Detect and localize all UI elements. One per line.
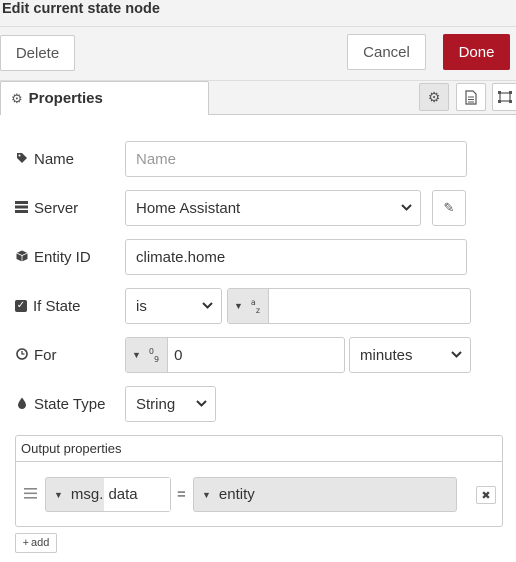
state-type-select[interactable]: String: [125, 386, 216, 422]
caret-down-icon: ▼: [132, 350, 141, 360]
entity-id-input[interactable]: climate.home: [125, 239, 467, 275]
output-properties-box: Output properties ▼ msg. data = ▼ entity…: [15, 435, 503, 527]
dialog-title-bar: Edit current state node: [0, 0, 516, 27]
for-type-select[interactable]: ▼ 09: [126, 338, 169, 372]
clock-icon: [15, 347, 28, 363]
settings-tab-icon[interactable]: ⚙: [419, 83, 449, 111]
chevron-down-icon: [196, 398, 207, 410]
output-properties-header: Output properties: [16, 436, 502, 462]
for-label: For: [15, 337, 57, 373]
for-label-text: For: [34, 346, 57, 364]
if-state-operator-select[interactable]: is: [125, 288, 222, 324]
output-value-select[interactable]: ▼ entity: [193, 477, 457, 512]
state-type-value: String: [136, 395, 176, 413]
appearance-tab-icon[interactable]: [492, 83, 516, 111]
close-icon: ✖: [481, 489, 491, 502]
tab-bar: ⚙ Properties ⚙: [0, 81, 516, 115]
entity-id-label: Entity ID: [15, 239, 91, 275]
output-value: entity: [218, 486, 255, 503]
output-property-name: data: [103, 478, 170, 511]
chevron-down-icon: [401, 202, 412, 214]
string-type-icon: az: [250, 297, 261, 315]
for-value-input[interactable]: ▼ 09 0: [125, 337, 345, 373]
add-output-button[interactable]: + add: [15, 533, 57, 553]
dialog-title: Edit current state node: [2, 1, 160, 17]
document-icon: [465, 89, 477, 105]
gear-icon: ⚙: [11, 90, 23, 106]
tab-properties-label: Properties: [28, 90, 103, 107]
drag-handle-icon[interactable]: [24, 486, 37, 504]
add-button-label: add: [31, 537, 50, 549]
done-button[interactable]: Done: [443, 34, 510, 70]
description-tab-icon[interactable]: [456, 83, 486, 111]
drop-icon: [15, 397, 28, 412]
tab-properties[interactable]: ⚙ Properties: [0, 81, 209, 115]
if-state-label-text: If State: [33, 297, 81, 315]
edit-server-button[interactable]: ✎: [432, 190, 466, 226]
name-label: Name: [15, 141, 74, 177]
state-type-label: State Type: [15, 386, 105, 422]
entity-id-label-text: Entity ID: [34, 248, 91, 266]
number-type-icon: 09: [148, 346, 160, 364]
if-state-value-input[interactable]: ▼ az: [227, 288, 471, 324]
name-input[interactable]: Name: [125, 141, 467, 177]
pencil-icon: ✎: [443, 200, 455, 215]
plus-icon: +: [22, 537, 30, 549]
if-state-operator-value: is: [136, 297, 147, 315]
name-label-text: Name: [34, 150, 75, 168]
gear-icon: ⚙: [427, 88, 441, 105]
if-state-label: ✓ If State: [15, 288, 81, 324]
server-label: Server: [15, 190, 78, 226]
server-select[interactable]: Home Assistant: [125, 190, 421, 226]
output-property-input[interactable]: ▼ msg. data: [45, 477, 171, 512]
for-unit-select[interactable]: minutes: [349, 337, 471, 373]
delete-button[interactable]: Delete: [0, 35, 75, 71]
for-value: 0: [174, 346, 183, 364]
output-property-prefix: msg.: [70, 486, 104, 503]
frame-icon: [498, 91, 512, 103]
if-state-type-select[interactable]: ▼ az: [228, 289, 270, 323]
checkbox-icon: ✓: [15, 300, 27, 312]
server-icon: [15, 200, 28, 216]
server-select-value: Home Assistant: [136, 199, 241, 217]
state-type-label-text: State Type: [34, 395, 106, 413]
cube-icon: [15, 250, 28, 265]
chevron-down-icon: [202, 300, 213, 312]
dialog-button-bar: Delete Cancel Done: [0, 27, 516, 81]
cancel-button[interactable]: Cancel: [347, 34, 426, 70]
tag-icon: [15, 152, 28, 167]
remove-row-button[interactable]: ✖: [476, 486, 496, 504]
caret-down-icon: ▼: [54, 489, 63, 500]
for-unit-value: minutes: [360, 346, 413, 364]
equals-sign: =: [177, 486, 186, 503]
caret-down-icon: ▼: [202, 489, 211, 500]
chevron-down-icon: [451, 349, 462, 361]
caret-down-icon: ▼: [234, 301, 243, 311]
server-label-text: Server: [34, 199, 79, 217]
